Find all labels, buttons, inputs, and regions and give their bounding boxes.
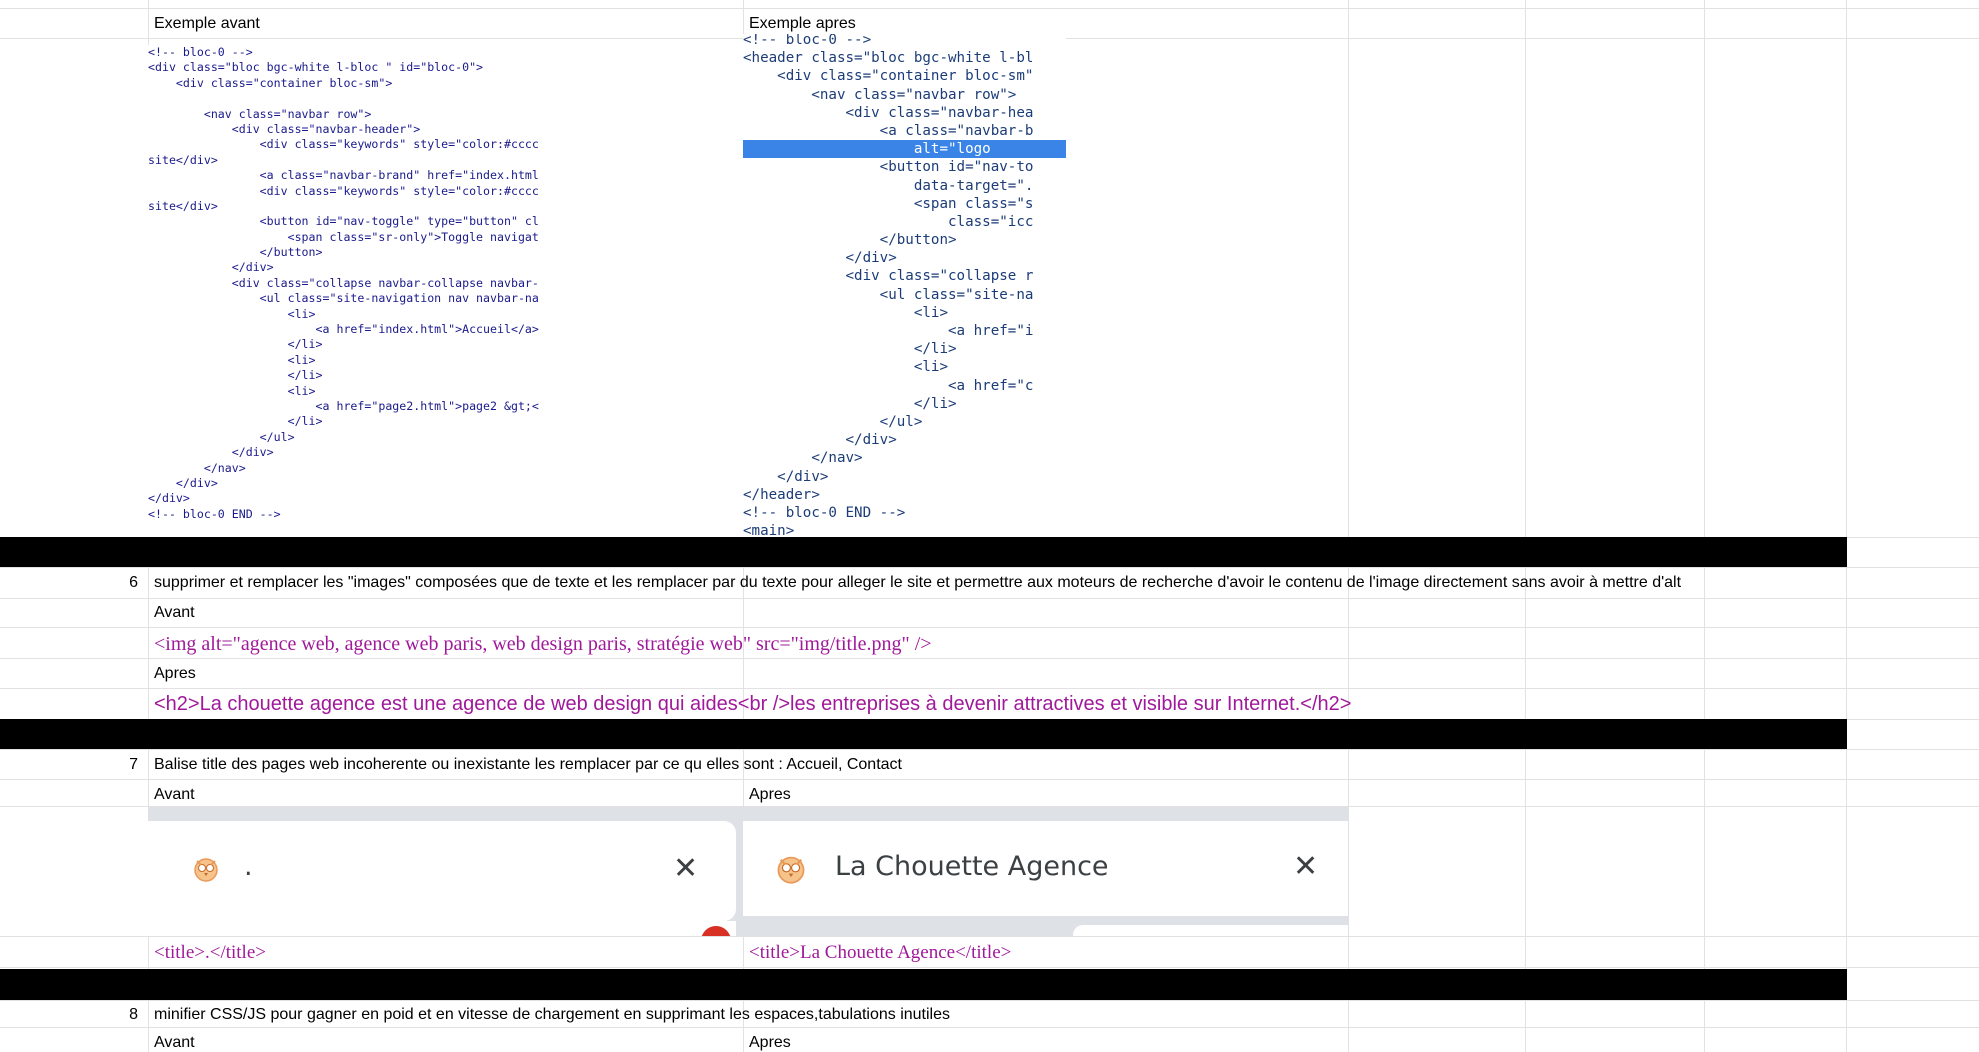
code-before-text: <!-- bloc-0 --> <div class="bloc bgc-whit…	[148, 45, 558, 522]
label-after[interactable]: Apres	[749, 1033, 791, 1052]
code-line: </li>	[148, 414, 323, 429]
owl-icon	[777, 856, 805, 884]
code-line: </ul>	[148, 429, 295, 444]
code-line: <ul class="site-na	[743, 286, 1034, 303]
label-before[interactable]: Avant	[154, 785, 195, 805]
separator-band	[0, 719, 1847, 749]
code-line: <button id="nav-toggle" type="button" cl	[148, 214, 539, 229]
code-line: <li>	[743, 304, 948, 321]
code-line: <div class="navbar-hea	[743, 104, 1034, 121]
code-line: <nav class="navbar row">	[148, 106, 372, 121]
close-icon[interactable]: ✕	[673, 854, 698, 884]
separator-band	[0, 537, 1847, 567]
code-line: <a class="navbar-b	[743, 122, 1034, 139]
code-line: <button id="nav-to	[743, 159, 1034, 176]
code-line: </header>	[743, 486, 820, 503]
code-line: </button>	[148, 245, 323, 260]
code-line: </li>	[148, 337, 323, 352]
code-line: <header class="bloc bgc-white l-bl	[743, 50, 1034, 67]
code-line: <!-- bloc-0 -->	[148, 45, 253, 59]
tab-title: .	[244, 851, 253, 882]
label-before[interactable]: Avant	[154, 1033, 195, 1052]
owl-icon	[194, 858, 218, 882]
code-line: </nav>	[743, 450, 863, 467]
code-line: site</div>	[148, 152, 218, 167]
code-line: </ul>	[743, 413, 923, 430]
browser-tab: La Chouette Agence ✕	[743, 821, 1348, 916]
code-line: <a class="navbar-brand" href="index.html	[148, 168, 539, 183]
code-line: <div class="collapse r	[743, 268, 1034, 285]
browser-tab: . ✕	[148, 821, 736, 921]
label-before[interactable]: Avant	[154, 603, 195, 623]
code-line: </button>	[743, 232, 957, 249]
code-line: alt="logo	[743, 140, 1066, 159]
code-line: <div class="container bloc-sm"	[743, 68, 1034, 85]
code-line: <ul class="site-navigation nav navbar-na	[148, 291, 539, 306]
row-number[interactable]: 8	[0, 1005, 142, 1025]
code-line: <div class="bloc bgc-white l-bloc " id="…	[148, 60, 484, 75]
row-number[interactable]: 7	[0, 755, 142, 775]
code-line: <span class="sr-only">Toggle navigat	[148, 229, 539, 244]
code-after-title[interactable]: <title>La Chouette Agence</title>	[749, 941, 1011, 965]
code-before-img[interactable]: <img alt="agence web, agence web paris, …	[154, 632, 932, 656]
code-line: <main>	[743, 523, 795, 537]
code-line: <!-- bloc-0 -->	[743, 34, 872, 48]
label-after[interactable]: Apres	[749, 785, 791, 805]
tab-strip-fragment	[1073, 925, 1348, 936]
code-line: site</div>	[148, 198, 218, 213]
code-line: <a href="i	[743, 323, 1034, 339]
row-description[interactable]: minifier CSS/JS pour gagner en poid et e…	[154, 1005, 950, 1025]
code-line: </div>	[743, 432, 897, 449]
code-line: <div class="keywords" style="color:#cccc	[148, 183, 539, 198]
code-line: </li>	[743, 395, 957, 412]
code-line: </li>	[148, 368, 323, 383]
code-line: </div>	[148, 491, 190, 506]
cell-header-before[interactable]: Exemple avant	[154, 14, 260, 34]
row-description[interactable]: supprimer et remplacer les "images" comp…	[154, 573, 1681, 593]
code-line: <a href="page2.html">page2 &gt;<	[148, 398, 539, 413]
row-number[interactable]: 6	[0, 573, 142, 593]
code-line: </div>	[148, 475, 218, 490]
code-line: <a href="index.html">Accueil</a>	[148, 322, 539, 337]
code-line: <div class="collapse navbar-collapse nav…	[148, 275, 539, 290]
code-line: </nav>	[148, 460, 246, 475]
close-icon[interactable]: ✕	[1293, 852, 1318, 882]
cell-header-after[interactable]: Exemple apres	[749, 14, 856, 34]
code-after-h2[interactable]: <h2>La chouette agence est une agence de…	[154, 692, 1351, 716]
address-bar-fragment	[148, 921, 736, 936]
row-description[interactable]: Balise title des pages web incoherente o…	[154, 755, 902, 775]
code-line: class="icc	[743, 213, 1034, 230]
code-line: </li>	[743, 341, 957, 358]
code-line: <li>	[148, 352, 316, 367]
code-line: </div>	[743, 468, 829, 485]
browser-tab-screenshot-before: . ✕	[148, 807, 743, 936]
code-line: <nav class="navbar row">	[743, 86, 1017, 103]
browser-tab-screenshot-after: La Chouette Agence ✕	[743, 807, 1348, 936]
code-line: <!-- bloc-0 END -->	[743, 504, 906, 521]
code-line: <a href="c	[743, 377, 1034, 394]
code-line: <div class="container bloc-sm">	[148, 75, 393, 90]
code-line: data-target=".	[743, 177, 1034, 194]
separator-band	[0, 969, 1847, 1000]
code-screenshot-after: <!-- bloc-0 --> <header class="bloc bgc-w…	[743, 34, 1066, 537]
code-line: <li>	[148, 306, 316, 321]
code-before-title[interactable]: <title>.</title>	[154, 941, 266, 965]
code-line: <!-- bloc-0 END -->	[148, 506, 281, 521]
code-line: </div>	[743, 250, 897, 267]
code-line: <div class="navbar-header">	[148, 121, 421, 136]
code-after-text: <!-- bloc-0 --> <header class="bloc bgc-w…	[743, 34, 1066, 537]
label-after[interactable]: Apres	[154, 664, 196, 684]
code-line: <span class="s	[743, 195, 1034, 212]
code-line: </div>	[148, 260, 274, 275]
code-line: <div class="keywords" style="color:#cccc	[148, 137, 539, 152]
code-line: </div>	[148, 445, 274, 460]
code-screenshot-before: <!-- bloc-0 --> <div class="bloc bgc-whit…	[148, 45, 558, 537]
code-line: <li>	[743, 359, 948, 376]
tab-title: La Chouette Agence	[835, 851, 1109, 882]
code-line: <li>	[148, 383, 316, 398]
